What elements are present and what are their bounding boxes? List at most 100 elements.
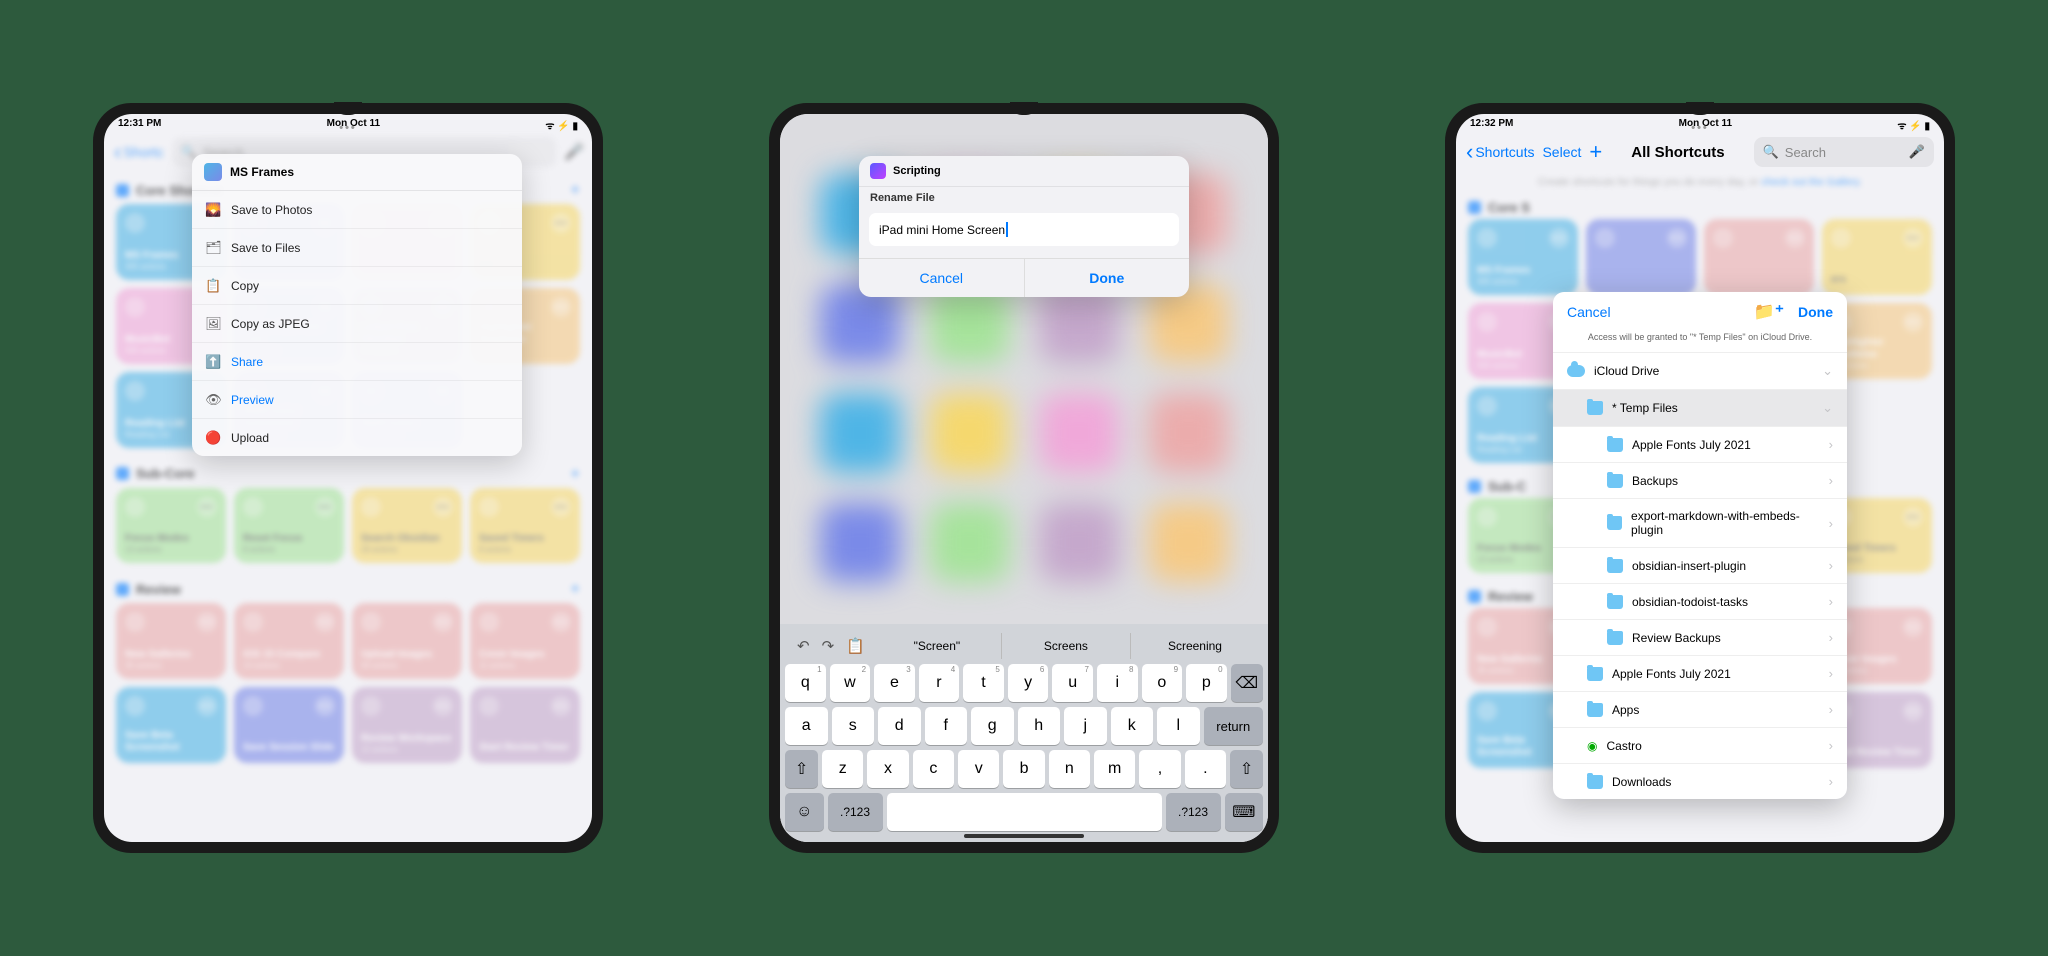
- kb-tools[interactable]: ↶↷📋: [789, 637, 873, 655]
- more-icon[interactable]: •••: [197, 497, 217, 517]
- search-input[interactable]: 🔍Search🎤: [1754, 137, 1934, 167]
- suggestion[interactable]: Screening: [1130, 633, 1259, 659]
- more-icon[interactable]: •••: [1903, 312, 1923, 332]
- key[interactable]: v: [958, 750, 999, 788]
- shortcut-tile[interactable]: •••: [1704, 219, 1814, 295]
- key[interactable]: c: [913, 750, 954, 788]
- select-button[interactable]: Select: [1542, 144, 1581, 160]
- more-icon[interactable]: •••: [197, 612, 217, 632]
- menu-item[interactable]: ⬆️Share: [192, 343, 522, 381]
- key[interactable]: l: [1157, 707, 1200, 745]
- shortcut-tile[interactable]: •••ers: [1822, 219, 1932, 295]
- key[interactable]: 2w: [830, 664, 871, 702]
- key[interactable]: b: [1003, 750, 1044, 788]
- shift-key[interactable]: ⇧: [785, 750, 818, 788]
- shortcut-tile[interactable]: •••iOS 15 Compare14 actions: [234, 603, 344, 679]
- menu-item[interactable]: 👁Preview: [192, 381, 522, 419]
- folder-row[interactable]: Backups›: [1553, 462, 1847, 498]
- more-icon[interactable]: •••: [433, 612, 453, 632]
- multitask-dots[interactable]: •••: [1691, 122, 1709, 134]
- menu-item[interactable]: 🖼Copy as JPEG: [192, 305, 522, 343]
- more-icon[interactable]: •••: [315, 497, 335, 517]
- key[interactable]: x: [867, 750, 908, 788]
- undo-icon[interactable]: ↶: [797, 637, 810, 655]
- folder-row[interactable]: ◉Castro›: [1553, 727, 1847, 763]
- menu-item[interactable]: 🗂Save to Files: [192, 229, 522, 267]
- more-icon[interactable]: •••: [1785, 228, 1805, 248]
- key[interactable]: k: [1111, 707, 1154, 745]
- more-icon[interactable]: •••: [315, 612, 335, 632]
- more-icon[interactable]: •••: [551, 612, 571, 632]
- key[interactable]: 0p: [1186, 664, 1227, 702]
- done-button[interactable]: Done: [1798, 304, 1833, 320]
- shortcut-tile[interactable]: •••Search Obsidian29 actions: [352, 488, 462, 564]
- key[interactable]: n: [1049, 750, 1090, 788]
- shortcut-tile[interactable]: •••Upload Images64 actions: [352, 603, 462, 679]
- folder-row[interactable]: Review Backups›: [1553, 619, 1847, 655]
- key[interactable]: 4r: [919, 664, 960, 702]
- shift-key[interactable]: ⇧: [1230, 750, 1263, 788]
- back-button[interactable]: Shortcuts: [1466, 139, 1534, 165]
- emoji-key[interactable]: ☺: [785, 793, 824, 831]
- more-icon[interactable]: •••: [433, 497, 453, 517]
- key[interactable]: g: [971, 707, 1014, 745]
- key[interactable]: a: [785, 707, 828, 745]
- shortcut-tile[interactable]: •••Reset Focus8 actions: [234, 488, 344, 564]
- more-icon[interactable]: •••: [1903, 617, 1923, 637]
- add-icon[interactable]: +: [570, 180, 580, 200]
- shortcut-tile[interactable]: •••Review Workspace12 actions: [352, 687, 462, 763]
- key[interactable]: 9o: [1142, 664, 1183, 702]
- cancel-button[interactable]: Cancel: [1567, 304, 1611, 320]
- more-icon[interactable]: •••: [551, 297, 571, 317]
- done-button[interactable]: Done: [1025, 259, 1190, 297]
- more-icon[interactable]: •••: [1667, 228, 1687, 248]
- add-icon[interactable]: +: [570, 579, 580, 599]
- key[interactable]: m: [1094, 750, 1135, 788]
- key[interactable]: s: [832, 707, 875, 745]
- key[interactable]: 5t: [963, 664, 1004, 702]
- suggestion[interactable]: Screens: [1001, 633, 1130, 659]
- key[interactable]: 1q: [785, 664, 826, 702]
- folder-row[interactable]: Apple Fonts July 2021›: [1553, 426, 1847, 462]
- key[interactable]: j: [1064, 707, 1107, 745]
- shortcut-tile[interactable]: •••New Galleries35 actions: [116, 603, 226, 679]
- key[interactable]: z: [822, 750, 863, 788]
- shortcut-tile[interactable]: •••Start Review Timer: [470, 687, 580, 763]
- numeric-key[interactable]: .?123: [1166, 793, 1221, 831]
- folder-row[interactable]: * Temp Files⌄: [1553, 389, 1847, 426]
- folder-row[interactable]: Apps›: [1553, 691, 1847, 727]
- more-icon[interactable]: •••: [197, 696, 217, 716]
- shortcut-tile[interactable]: •••Cover Images11 actions: [470, 603, 580, 679]
- shortcut-tile[interactable]: •••Focus Modes13 actions: [116, 488, 226, 564]
- add-button[interactable]: +: [1589, 139, 1602, 165]
- key[interactable]: 3e: [874, 664, 915, 702]
- shortcut-tile[interactable]: •••: [1586, 219, 1696, 295]
- back-button[interactable]: Shortc: [114, 139, 164, 165]
- more-icon[interactable]: •••: [1549, 228, 1569, 248]
- new-folder-icon[interactable]: 📁⁺: [1754, 302, 1784, 322]
- multitask-dots[interactable]: •••: [339, 122, 357, 134]
- more-icon[interactable]: •••: [1903, 228, 1923, 248]
- key[interactable]: ,: [1139, 750, 1180, 788]
- add-icon[interactable]: +: [570, 464, 580, 484]
- folder-row[interactable]: export-markdown-with-embeds-plugin›: [1553, 498, 1847, 547]
- folder-row[interactable]: Apple Fonts July 2021›: [1553, 655, 1847, 691]
- key[interactable]: .: [1185, 750, 1226, 788]
- key[interactable]: 6y: [1008, 664, 1049, 702]
- menu-item[interactable]: 🔴Upload: [192, 419, 522, 456]
- menu-item[interactable]: 📋Copy: [192, 267, 522, 305]
- key[interactable]: d: [878, 707, 921, 745]
- key[interactable]: h: [1018, 707, 1061, 745]
- folder-row[interactable]: obsidian-todoist-tasks›: [1553, 583, 1847, 619]
- rename-input[interactable]: iPad mini Home Screen: [869, 213, 1179, 246]
- shortcut-tile[interactable]: •••Save Beta Screenshot: [116, 687, 226, 763]
- shortcut-tile[interactable]: •••Save Session Slide: [234, 687, 344, 763]
- more-icon[interactable]: •••: [1903, 507, 1923, 527]
- key[interactable]: 7u: [1052, 664, 1093, 702]
- paste-icon[interactable]: 📋: [846, 637, 865, 655]
- more-icon[interactable]: •••: [551, 696, 571, 716]
- suggestion[interactable]: "Screen": [873, 633, 1001, 659]
- cancel-button[interactable]: Cancel: [859, 259, 1025, 297]
- space-key[interactable]: [887, 793, 1162, 831]
- key[interactable]: 8i: [1097, 664, 1138, 702]
